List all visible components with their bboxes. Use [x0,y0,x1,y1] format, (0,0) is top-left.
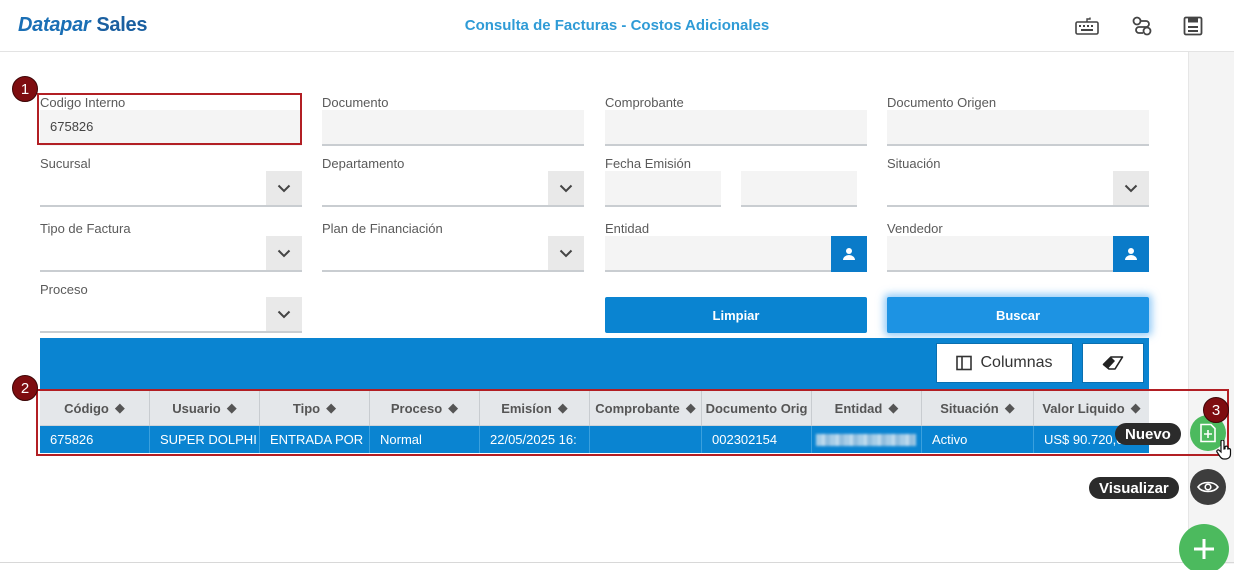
fecha-emision-to-input[interactable] [741,171,857,207]
column-header[interactable]: Proceso ◆ [370,390,480,426]
add-fab-button[interactable] [1179,524,1229,570]
fecha-emision-label: Fecha Emisión [605,156,691,171]
route-icon[interactable] [1128,12,1156,40]
entidad-label: Entidad [605,221,650,236]
cell-tipo: ENTRADA POR [260,426,370,453]
codigo-interno-input[interactable]: 675826 [40,110,302,146]
annotation-badge-2: 2 [12,375,38,401]
chevron-down-icon[interactable] [266,171,302,205]
limpiar-button[interactable]: Limpiar [605,297,867,333]
documento-label: Documento [322,95,389,110]
proceso-select[interactable] [40,297,302,333]
vendedor-input[interactable] [887,236,1149,272]
column-header[interactable]: Valor Liquido ◆ [1034,390,1149,426]
cursor-hand-icon [1216,439,1232,465]
cell-emision: 22/05/2025 16: [480,426,590,453]
cell-situacion: Activo [922,426,1034,453]
visualizar-tooltip: Visualizar [1089,477,1179,499]
column-header[interactable]: Código ◆ [40,390,150,426]
user-icon [1125,248,1137,260]
sort-icon: ◆ [888,400,899,415]
fecha-emision-from-input[interactable] [605,171,721,207]
new-document-icon [1200,423,1216,443]
column-header[interactable]: Entidad ◆ [812,390,922,426]
vendedor-label: Vendedor [887,221,943,236]
eye-icon [1197,481,1219,493]
sort-icon: ◆ [1130,400,1141,415]
plan-financiacion-label: Plan de Financiación [322,221,443,236]
save-icon[interactable] [1179,12,1207,40]
sort-icon: ◆ [114,400,125,415]
visualizar-button[interactable] [1190,469,1226,505]
clear-filters-button[interactable] [1082,343,1144,383]
plus-icon [1194,539,1214,559]
cell-usuario: SUPER DOLPHI [150,426,260,453]
cell-documento-origen: 002302154 [702,426,812,453]
sort-icon: ◆ [557,400,568,415]
situacion-label: Situación [887,156,941,171]
page-title: Consulta de Facturas - Costos Adicionale… [464,17,770,34]
sort-icon: ◆ [1004,400,1015,415]
documento-input[interactable] [322,110,584,146]
codigo-interno-value: 675826 [50,119,94,134]
documento-origen-input[interactable] [887,110,1149,146]
app-header: Datapar Sales Consulta de Facturas - Cost… [0,0,1234,52]
chevron-down-icon[interactable] [548,236,584,270]
buscar-button[interactable]: Buscar [887,297,1149,333]
columnas-label: Columnas [980,354,1053,371]
table-row[interactable]: 675826 SUPER DOLPHI ENTRADA POR Normal 2… [40,426,1149,453]
cell-proceso: Normal [370,426,480,453]
column-header[interactable]: Usuario ◆ [150,390,260,426]
chevron-down-icon[interactable] [266,297,302,331]
column-header[interactable]: Tipo ◆ [260,390,370,426]
table-header: Código ◆ Usuario ◆ Tipo ◆ Proceso ◆ Emisíon ◆… [40,390,1149,426]
cell-entidad-redacted [812,426,922,453]
cell-comprobante [590,426,702,453]
column-header[interactable]: Emisíon ◆ [480,390,590,426]
keyboard-icon[interactable] [1073,12,1101,40]
comprobante-label: Comprobante [605,95,684,110]
results-table: Código ◆ Usuario ◆ Tipo ◆ Proceso ◆ Emisíon ◆… [40,390,1149,453]
columns-icon [956,355,973,371]
redacted-text [816,433,916,446]
bottom-divider [0,562,1234,563]
sort-icon: ◆ [685,400,696,415]
column-header[interactable]: Comprobante ◆ [590,390,702,426]
comprobante-input[interactable] [605,110,867,146]
chevron-down-icon[interactable] [1113,171,1149,205]
column-header[interactable]: Situación ◆ [922,390,1034,426]
nuevo-tooltip: Nuevo [1115,423,1181,445]
columnas-button[interactable]: Columnas [936,343,1073,383]
codigo-interno-label: Codigo Interno [40,95,126,110]
sort-icon: ◆ [226,400,237,415]
grid-toolbar: Columnas [40,338,1149,390]
chevron-down-icon[interactable] [548,171,584,205]
annotation-badge-1: 1 [12,76,38,102]
chevron-down-icon[interactable] [266,236,302,270]
entidad-input[interactable] [605,236,867,272]
entidad-lookup-button[interactable] [831,236,867,272]
tipo-factura-label: Tipo de Factura [40,221,131,236]
vendedor-lookup-button[interactable] [1113,236,1149,272]
documento-origen-label: Documento Origen [887,95,997,110]
column-header[interactable]: Documento Orig [702,390,812,426]
sort-icon: ◆ [448,400,459,415]
plan-financiacion-select[interactable] [322,236,584,272]
tipo-factura-select[interactable] [40,236,302,272]
proceso-label: Proceso [40,282,88,297]
sucursal-select[interactable] [40,171,302,207]
departamento-select[interactable] [322,171,584,207]
eraser-icon [1102,356,1124,370]
annotation-badge-3: 3 [1203,397,1229,423]
situacion-select[interactable] [887,171,1149,207]
sort-icon: ◆ [326,400,337,415]
sucursal-label: Sucursal [40,156,91,171]
departamento-label: Departamento [322,156,405,171]
user-icon [843,248,855,260]
cell-codigo: 675826 [40,426,150,453]
